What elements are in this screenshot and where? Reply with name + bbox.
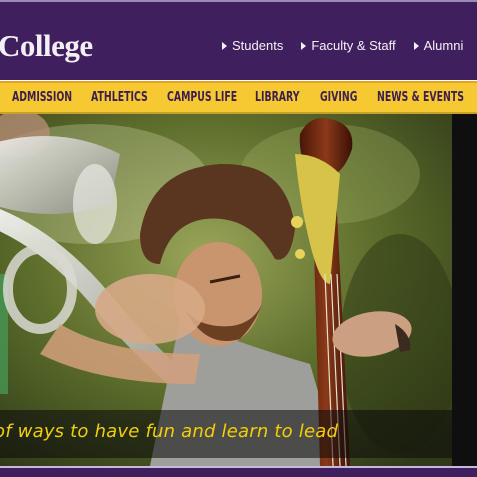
students-link[interactable]: Students xyxy=(222,38,283,53)
nav-news-events[interactable]: NEWS & EVENTS xyxy=(377,90,464,105)
site-header: College Students Faculty & Staff Alumni xyxy=(0,0,477,80)
alumni-link-label: Alumni xyxy=(423,38,464,53)
faculty-staff-link[interactable]: Faculty & Staff xyxy=(301,38,396,53)
college-logo[interactable]: College xyxy=(0,28,93,64)
triangle-right-icon xyxy=(413,41,419,50)
footer-strip xyxy=(0,466,477,477)
students-link-label: Students xyxy=(232,38,284,53)
nav-campus-life[interactable]: CAMPUS LIFE xyxy=(167,90,237,105)
hero-caption: of ways to have fun and learn to lead xyxy=(0,421,339,442)
faculty-staff-link-label: Faculty & Staff xyxy=(311,38,396,53)
audience-links: Students Faculty & Staff Alumni xyxy=(222,38,477,53)
triangle-right-icon xyxy=(301,41,307,50)
nav-library[interactable]: LIBRARY xyxy=(255,90,300,105)
alumni-link[interactable]: Alumni xyxy=(413,38,464,53)
nav-athletics[interactable]: ATHLETICS xyxy=(91,90,148,105)
triangle-right-icon xyxy=(222,41,227,50)
nav-admission[interactable]: ADMISSION xyxy=(12,90,72,105)
main-nav: ADMISSION ATHLETICS CAMPUS LIFE LIBRARY … xyxy=(0,81,477,114)
hero-edge xyxy=(452,114,477,466)
nav-giving[interactable]: GIVING xyxy=(320,90,357,105)
